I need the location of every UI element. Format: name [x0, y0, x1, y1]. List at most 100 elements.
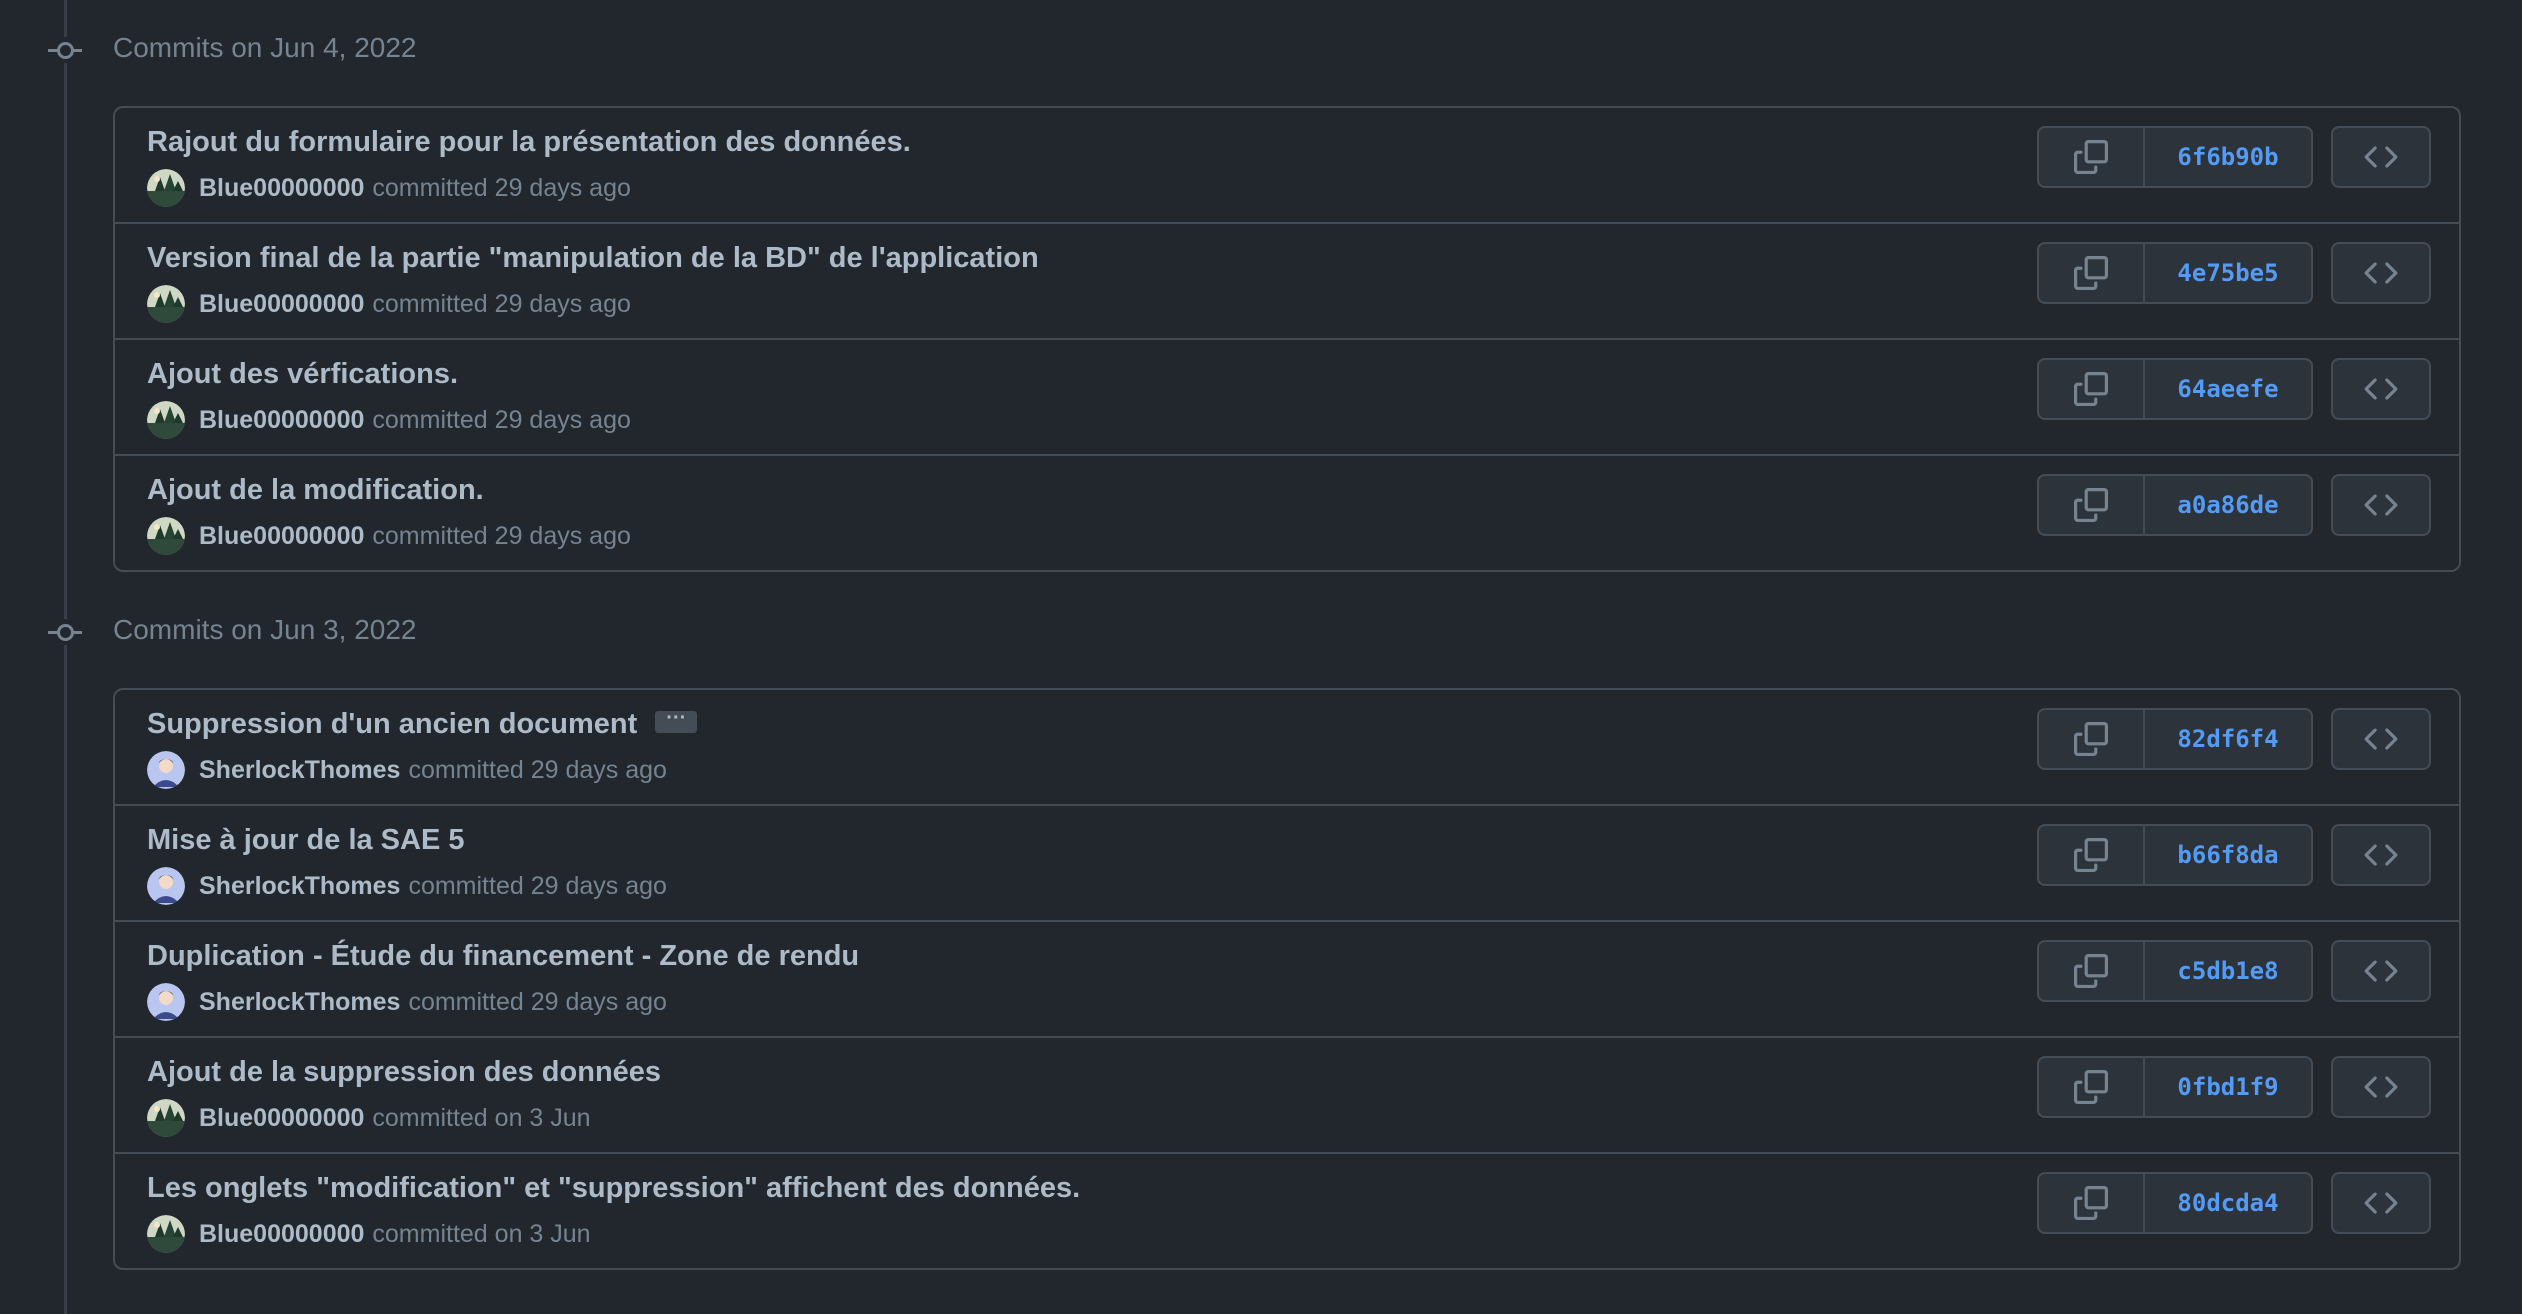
commit-message-container: Les onglets "modification" et "suppressi…	[147, 1172, 1080, 1205]
commit-meta: Blue00000000 committed 29 days ago	[147, 400, 631, 440]
commit-row: Ajout de la suppression des données Blue0…	[115, 1036, 2459, 1152]
commit-meta: Blue00000000 committed on 3 Jun	[147, 1214, 591, 1254]
git-commit-icon	[48, 37, 82, 63]
commit-row: Ajout des vérfications. Blue00000000 commi…	[115, 338, 2459, 454]
commit-author-link[interactable]: SherlockThomes	[199, 756, 400, 785]
commit-sha-link[interactable]: 6f6b90b	[2145, 128, 2311, 186]
avatar[interactable]	[147, 517, 185, 555]
commit-message-container: Duplication - Étude du financement - Zon…	[147, 940, 859, 973]
commit-list: Suppression d'un ancien document ··· Sherl…	[113, 688, 2461, 1270]
commit-time: committed 29 days ago	[372, 405, 631, 434]
commit-message-link[interactable]: Rajout du formulaire pour la présentatio…	[147, 126, 911, 158]
code-icon[interactable]	[2331, 708, 2431, 770]
commit-author-link[interactable]: Blue00000000	[199, 406, 364, 435]
commit-meta: Blue00000000 committed 29 days ago	[147, 284, 631, 324]
commit-message-container: Ajout des vérfications.	[147, 358, 458, 391]
copy-icon[interactable]	[2039, 710, 2145, 768]
commit-sha-button-group: c5db1e8	[2037, 940, 2313, 1002]
copy-icon[interactable]	[2039, 244, 2145, 302]
copy-icon[interactable]	[2039, 360, 2145, 418]
commit-author-link[interactable]: Blue00000000	[199, 522, 364, 551]
code-icon[interactable]	[2331, 1056, 2431, 1118]
commit-message-container: Version final de la partie "manipulation…	[147, 242, 1039, 275]
commit-list: Rajout du formulaire pour la présentatio…	[113, 106, 2461, 572]
commit-group-header: Commits on Jun 4, 2022	[0, 20, 2522, 80]
commit-group-header: Commits on Jun 3, 2022	[0, 602, 2522, 662]
commit-meta: SherlockThomes committed 29 days ago	[147, 750, 667, 790]
commit-meta: Blue00000000 committed 29 days ago	[147, 168, 631, 208]
commit-sha-button-group: 82df6f4	[2037, 708, 2313, 770]
avatar[interactable]	[147, 169, 185, 207]
commit-group: Commits on Jun 4, 2022 Rajout du formulai…	[0, 20, 2522, 572]
commit-group: Commits on Jun 3, 2022 Suppression d'un a…	[0, 602, 2522, 1270]
commit-row: Rajout du formulaire pour la présentatio…	[115, 108, 2459, 222]
commit-row: Mise à jour de la SAE 5 SherlockThomes com…	[115, 804, 2459, 920]
git-commit-icon	[48, 619, 82, 645]
copy-icon[interactable]	[2039, 826, 2145, 884]
commit-sha-button-group: b66f8da	[2037, 824, 2313, 886]
commit-meta: SherlockThomes committed 29 days ago	[147, 982, 667, 1022]
commit-author-link[interactable]: SherlockThomes	[199, 872, 400, 901]
commit-meta: Blue00000000 committed 29 days ago	[147, 516, 631, 556]
copy-icon[interactable]	[2039, 1058, 2145, 1116]
commit-message-container: Ajout de la modification.	[147, 474, 484, 507]
commit-message-container: Ajout de la suppression des données	[147, 1056, 661, 1089]
commit-message-link[interactable]: Ajout des vérfications.	[147, 358, 458, 390]
commit-sha-button-group: 6f6b90b	[2037, 126, 2313, 188]
avatar[interactable]	[147, 867, 185, 905]
code-icon[interactable]	[2331, 242, 2431, 304]
commit-time: committed 29 days ago	[372, 173, 631, 202]
commit-author-link[interactable]: Blue00000000	[199, 290, 364, 319]
avatar[interactable]	[147, 1099, 185, 1137]
code-icon[interactable]	[2331, 474, 2431, 536]
commit-message-link[interactable]: Ajout de la modification.	[147, 474, 484, 506]
commit-sha-button-group: a0a86de	[2037, 474, 2313, 536]
commit-message-container: Rajout du formulaire pour la présentatio…	[147, 126, 911, 159]
commit-row: Les onglets "modification" et "suppressi…	[115, 1152, 2459, 1268]
commit-message-link[interactable]: Les onglets "modification" et "suppressi…	[147, 1172, 1080, 1204]
commit-author-link[interactable]: Blue00000000	[199, 174, 364, 203]
commit-sha-link[interactable]: 4e75be5	[2145, 244, 2311, 302]
code-icon[interactable]	[2331, 358, 2431, 420]
code-icon[interactable]	[2331, 1172, 2431, 1234]
commit-sha-button-group: 0fbd1f9	[2037, 1056, 2313, 1118]
commit-author-link[interactable]: Blue00000000	[199, 1104, 364, 1133]
commit-message-link[interactable]: Version final de la partie "manipulation…	[147, 242, 1039, 274]
code-icon[interactable]	[2331, 940, 2431, 1002]
commit-time: committed 29 days ago	[372, 521, 631, 550]
commit-row: Ajout de la modification. Blue00000000 com…	[115, 454, 2459, 570]
commit-sha-link[interactable]: c5db1e8	[2145, 942, 2311, 1000]
commit-sha-link[interactable]: b66f8da	[2145, 826, 2311, 884]
commit-message-container: Mise à jour de la SAE 5	[147, 824, 465, 857]
code-icon[interactable]	[2331, 824, 2431, 886]
commit-sha-button-group: 80dcda4	[2037, 1172, 2313, 1234]
commit-time: committed 29 days ago	[408, 987, 667, 1016]
commit-author-link[interactable]: Blue00000000	[199, 1220, 364, 1249]
commit-row: Duplication - Étude du financement - Zon…	[115, 920, 2459, 1036]
copy-icon[interactable]	[2039, 128, 2145, 186]
commit-sha-link[interactable]: 80dcda4	[2145, 1174, 2311, 1232]
expand-message-button[interactable]: ···	[655, 708, 698, 734]
copy-icon[interactable]	[2039, 942, 2145, 1000]
commit-sha-link[interactable]: a0a86de	[2145, 476, 2311, 534]
avatar[interactable]	[147, 983, 185, 1021]
commit-message-container: Suppression d'un ancien document ···	[147, 708, 698, 741]
commit-sha-link[interactable]: 64aeefe	[2145, 360, 2311, 418]
copy-icon[interactable]	[2039, 476, 2145, 534]
commit-time: committed 29 days ago	[408, 755, 667, 784]
commit-author-link[interactable]: SherlockThomes	[199, 988, 400, 1017]
commit-sha-link[interactable]: 0fbd1f9	[2145, 1058, 2311, 1116]
commit-row: Suppression d'un ancien document ··· Sherl…	[115, 690, 2459, 804]
commit-message-link[interactable]: Duplication - Étude du financement - Zon…	[147, 940, 859, 972]
commit-message-link[interactable]: Ajout de la suppression des données	[147, 1056, 661, 1088]
code-icon[interactable]	[2331, 126, 2431, 188]
avatar[interactable]	[147, 751, 185, 789]
avatar[interactable]	[147, 401, 185, 439]
avatar[interactable]	[147, 285, 185, 323]
commit-sha-link[interactable]: 82df6f4	[2145, 710, 2311, 768]
commit-message-link[interactable]: Mise à jour de la SAE 5	[147, 824, 465, 856]
avatar[interactable]	[147, 1215, 185, 1253]
commit-message-link[interactable]: Suppression d'un ancien document	[147, 708, 637, 740]
commit-time: committed on 3 Jun	[372, 1103, 591, 1132]
copy-icon[interactable]	[2039, 1174, 2145, 1232]
